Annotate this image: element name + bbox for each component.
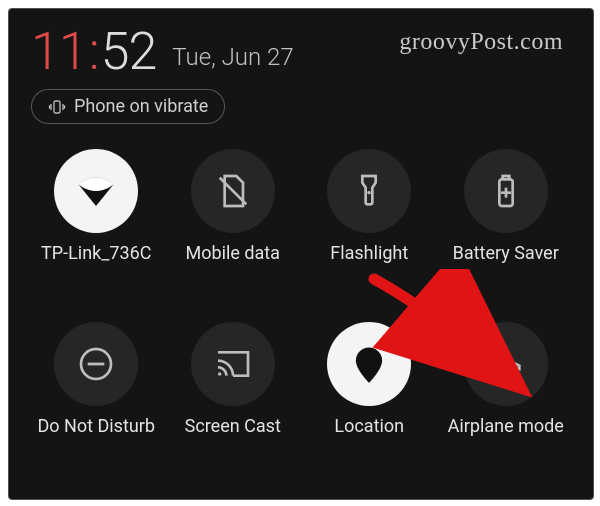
tile-location-button[interactable] — [327, 322, 411, 406]
date-text: Tue, Jun 27 — [172, 43, 293, 71]
clock-hours: 11 — [31, 21, 87, 82]
tile-battery-saver-button[interactable] — [464, 149, 548, 233]
clock-minutes: 52 — [101, 21, 157, 82]
tile-dnd[interactable]: Do Not Disturb — [31, 322, 162, 437]
tile-dnd-label: Do Not Disturb — [37, 416, 155, 437]
clock: 11:52 — [31, 21, 156, 82]
tile-dnd-button[interactable] — [54, 322, 138, 406]
tile-airplane[interactable]: Airplane mode — [441, 322, 572, 437]
quick-settings-panel: groovyPost.com 11:52 Tue, Jun 27 Phone o… — [8, 8, 594, 500]
cast-icon — [213, 344, 253, 384]
status-bar: 11:52 Tue, Jun 27 — [31, 21, 294, 82]
tile-flashlight-label: Flashlight — [330, 243, 408, 264]
tile-wifi-label: TP-Link_736C — [41, 243, 151, 264]
tile-battery-saver-label: Battery Saver — [453, 243, 559, 264]
tile-mobile-data-label: Mobile data — [186, 243, 280, 264]
tile-location[interactable]: Location — [304, 322, 435, 437]
tile-screen-cast[interactable]: Screen Cast — [168, 322, 299, 437]
ringer-mode-chip[interactable]: Phone on vibrate — [31, 89, 225, 124]
tile-airplane-label: Airplane mode — [448, 416, 564, 437]
clock-separator: : — [89, 21, 99, 82]
tile-wifi[interactable]: TP-Link_736C — [31, 149, 162, 264]
ringer-mode-label: Phone on vibrate — [74, 96, 208, 117]
vibrate-icon — [48, 98, 66, 116]
tile-battery-saver[interactable]: Battery Saver — [441, 149, 572, 264]
tile-flashlight-button[interactable] — [327, 149, 411, 233]
tile-screen-cast-label: Screen Cast — [185, 416, 281, 437]
wifi-icon — [76, 171, 116, 211]
tile-mobile-data[interactable]: Mobile data — [168, 149, 299, 264]
tile-screen-cast-button[interactable] — [191, 322, 275, 406]
battery-plus-icon — [486, 171, 526, 211]
dnd-icon — [76, 344, 116, 384]
tile-airplane-button[interactable] — [464, 322, 548, 406]
tile-flashlight[interactable]: Flashlight — [304, 149, 435, 264]
tile-mobile-data-button[interactable] — [191, 149, 275, 233]
location-pin-icon — [349, 344, 389, 384]
airplane-icon — [486, 344, 526, 384]
tile-location-label: Location — [334, 416, 404, 437]
quick-tiles-grid: TP-Link_736C Mobile data Flashlight — [31, 149, 571, 437]
sim-off-icon — [213, 171, 253, 211]
watermark-text: groovyPost.com — [399, 29, 563, 56]
flashlight-icon — [349, 171, 389, 211]
tile-wifi-button[interactable] — [54, 149, 138, 233]
